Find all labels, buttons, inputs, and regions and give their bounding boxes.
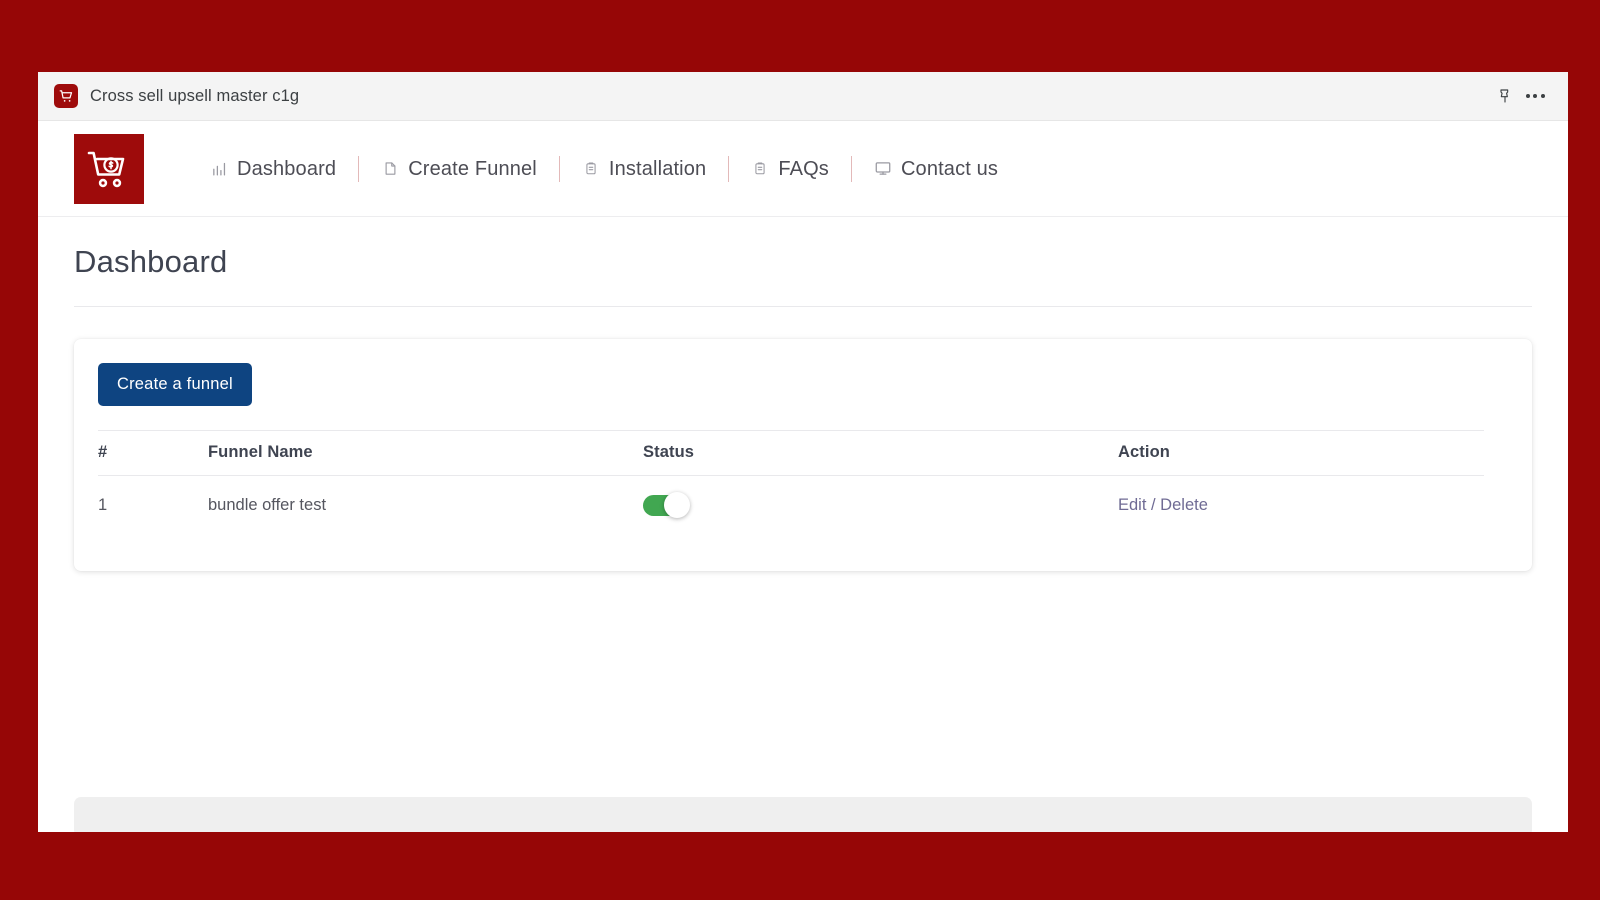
nav-item-contact-us[interactable]: Contact us [852,159,1020,179]
titlebar: Cross sell upsell master c1g [38,72,1568,121]
main-navbar: Dashboard Create Funnel Installation FAQ… [38,121,1568,217]
clipboard-icon [751,159,769,179]
nav-label-installation: Installation [608,157,707,180]
cell-row-number: 1 [98,495,108,514]
cell-action: Edit / Delete [1118,475,1484,535]
nav-label-faqs: FAQs [778,157,829,180]
more-dots [1525,94,1545,98]
nav-item-installation[interactable]: Installation [560,159,728,179]
pin-icon[interactable] [1490,81,1520,111]
table-body: 1 bundle offer test Edit / Delete [98,475,1484,535]
column-header-action: Action [1118,430,1484,476]
nav-label-contact-us: Contact us [900,157,999,180]
table-header-row: # Funnel Name Status Action [98,430,1484,476]
window-title: Cross sell upsell master c1g [90,86,300,105]
column-header-funnel-name: Funnel Name [208,430,643,476]
monitor-icon [874,159,892,179]
nav-label-dashboard: Dashboard [237,157,337,180]
column-header-status: Status [643,430,1118,476]
nav-item-faqs[interactable]: FAQs [729,159,851,179]
cell-funnel-name: bundle offer test [208,495,327,514]
shopping-cart-dollar-logo[interactable] [74,133,144,204]
edit-delete-link[interactable]: Edit / Delete [1118,496,1208,514]
table-header: # Funnel Name Status Action [98,430,1484,476]
nav-item-dashboard[interactable]: Dashboard [188,159,358,179]
bottom-partial-panel [74,797,1532,832]
app-window: Cross sell upsell master c1g Dashboard C… [38,72,1568,832]
table-row: 1 bundle offer test Edit / Delete [98,475,1484,535]
clipboard-icon [582,159,600,179]
nav-item-create-funnel[interactable]: Create Funnel [359,159,559,179]
create-funnel-button[interactable]: Create a funnel [98,363,252,406]
status-toggle[interactable] [643,492,690,518]
bar-chart-icon [210,159,228,179]
cell-status [643,475,1118,535]
column-header-number: # [98,430,208,476]
nav-label-create-funnel: Create Funnel [408,157,537,180]
document-icon [381,159,399,179]
nav-items: Dashboard Create Funnel Installation FAQ… [188,155,1020,182]
shopping-cart-icon [54,84,78,108]
more-options-icon[interactable] [1520,81,1550,111]
title-divider [74,306,1532,307]
toggle-knob [664,492,690,518]
page-content: Dashboard Create a funnel # Funnel Name … [38,217,1568,832]
funnels-table: # Funnel Name Status Action 1 bundle off… [98,430,1484,535]
page-title: Dashboard [74,244,228,279]
funnels-card: Create a funnel # Funnel Name Status Act… [74,339,1532,571]
